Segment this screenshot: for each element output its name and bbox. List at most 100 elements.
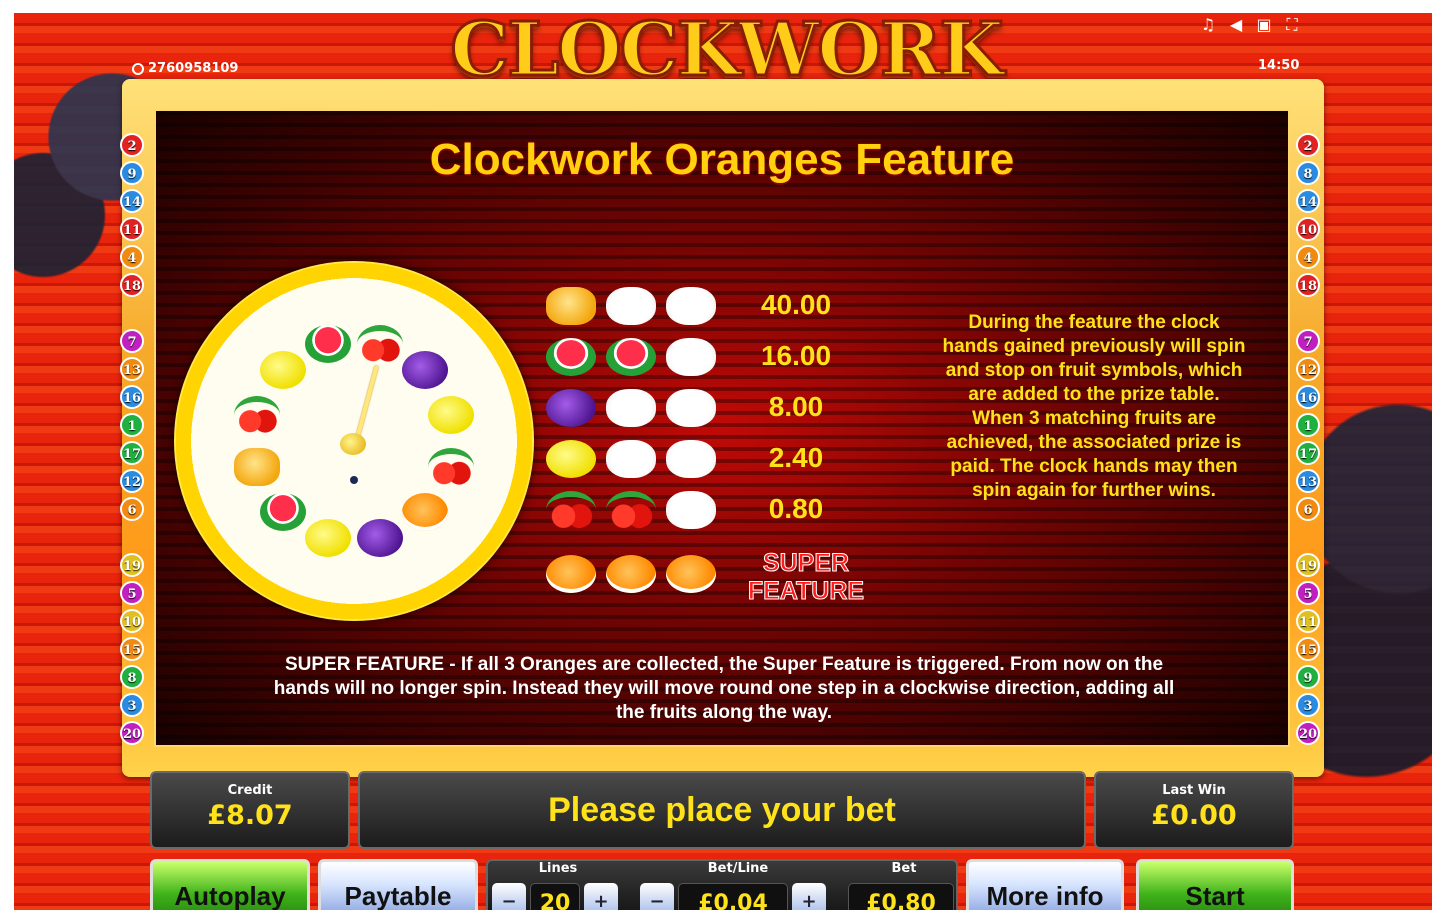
music-icon[interactable]: ♫	[1200, 15, 1216, 35]
line-number[interactable]: 14	[120, 189, 144, 213]
line-number[interactable]: 20	[1296, 721, 1320, 745]
paytable-row	[546, 491, 716, 529]
clock-fruit-lemon	[427, 395, 474, 434]
super-feature-description: SUPER FEATURE - If all 3 Oranges are col…	[170, 653, 1278, 725]
line-number[interactable]: 16	[120, 385, 144, 409]
game-id-value: 2760958109	[148, 61, 239, 76]
bet-line-minus-button[interactable]: −	[640, 883, 674, 910]
super-label-1: SUPER	[762, 549, 850, 578]
clock-fruit-cherry	[234, 396, 281, 435]
description-line: When 3 matching fruits are	[972, 408, 1216, 429]
lines-label: Lines	[538, 861, 578, 876]
symbol-blank	[666, 491, 716, 529]
speaker-icon[interactable]: ◀	[1228, 15, 1244, 35]
symbol-orange	[546, 555, 596, 593]
line-number[interactable]: 5	[120, 581, 144, 605]
line-number[interactable]: 8	[120, 665, 144, 689]
line-number[interactable]: 4	[1296, 245, 1320, 269]
line-number[interactable]: 18	[120, 273, 144, 297]
line-number[interactable]: 4	[120, 245, 144, 269]
clock-fruit-plum	[401, 351, 448, 390]
lines-minus-button[interactable]: −	[492, 883, 526, 910]
line-number[interactable]: 11	[1296, 609, 1320, 633]
feature-panel: Clockwork Oranges Feature SUPER FEATURE …	[154, 109, 1290, 747]
description-line: the fruits along the way.	[615, 702, 833, 723]
autoplay-button[interactable]: Autoplay	[150, 859, 310, 910]
game-screen: CLOCKWORK ORANGES 2760958109 14:50 ♫ ◀ ▣…	[14, 13, 1432, 910]
symbol-melon	[606, 338, 656, 376]
line-number[interactable]: 15	[120, 637, 144, 661]
line-number[interactable]: 10	[1296, 217, 1320, 241]
line-number[interactable]: 15	[1296, 637, 1320, 661]
credit-value: £8.07	[207, 800, 293, 831]
line-number[interactable]: 19	[1296, 553, 1320, 577]
symbol-orange	[606, 555, 656, 593]
symbol-cherry	[546, 491, 596, 529]
line-number[interactable]: 18	[1296, 273, 1320, 297]
line-number[interactable]: 6	[120, 497, 144, 521]
last-win-box: Last Win £0.00	[1094, 771, 1294, 849]
line-number[interactable]: 17	[120, 441, 144, 465]
feature-description: During the feature the clock hands gained…	[908, 311, 1280, 503]
lines-value: 20	[530, 883, 580, 910]
clock-center-dot	[350, 476, 358, 484]
bet-value: £0.80	[848, 883, 954, 910]
line-number[interactable]: 3	[1296, 693, 1320, 717]
last-win-label: Last Win	[1162, 783, 1226, 798]
clock-fruit-lemon	[305, 518, 352, 557]
start-button[interactable]: Start	[1136, 859, 1294, 910]
line-number[interactable]: 3	[120, 693, 144, 717]
paytable-row	[546, 440, 716, 478]
description-line: paid. The clock hands may then	[950, 456, 1238, 477]
line-number[interactable]: 1	[1296, 413, 1320, 437]
line-number[interactable]: 16	[1296, 385, 1320, 409]
line-number[interactable]: 2	[1296, 133, 1320, 157]
line-number[interactable]: 5	[1296, 581, 1320, 605]
line-number[interactable]: 9	[120, 161, 144, 185]
line-number[interactable]: 10	[120, 609, 144, 633]
line-number[interactable]: 7	[120, 329, 144, 353]
symbol-cherry	[606, 491, 656, 529]
line-number[interactable]: 12	[120, 469, 144, 493]
symbol-lemon	[546, 440, 596, 478]
line-number[interactable]: 7	[1296, 329, 1320, 353]
symbol-blank	[666, 338, 716, 376]
bet-line-label: Bet/Line	[707, 861, 769, 876]
credit-label: Credit	[227, 783, 273, 798]
description-line: hands will no longer spin. Instead they …	[273, 678, 1175, 699]
symbol-melon	[546, 338, 596, 376]
line-number[interactable]: 20	[120, 721, 144, 745]
description-line: achieved, the associated prize is	[946, 432, 1242, 453]
line-number[interactable]: 6	[1296, 497, 1320, 521]
super-feature-row	[546, 555, 716, 593]
clock-fruit-orange	[401, 492, 448, 531]
bet-line-plus-button[interactable]: +	[792, 883, 826, 910]
fullscreen-icon[interactable]: ⛶	[1284, 15, 1300, 35]
super-feature-label: SUPER FEATURE	[716, 549, 896, 606]
line-number[interactable]: 12	[1296, 357, 1320, 381]
line-number[interactable]: 13	[120, 357, 144, 381]
line-number[interactable]: 1	[120, 413, 144, 437]
description-line: SUPER FEATURE - If all 3 Oranges are col…	[284, 654, 1164, 675]
paytable-button[interactable]: Paytable	[318, 859, 478, 910]
line-number[interactable]: 17	[1296, 441, 1320, 465]
paytable-value: 2.40	[768, 442, 824, 473]
feature-title: Clockwork Oranges Feature	[429, 135, 1015, 184]
line-number[interactable]: 8	[1296, 161, 1320, 185]
paytable-value: 40.00	[760, 289, 832, 320]
line-number[interactable]: 9	[1296, 665, 1320, 689]
window-icon[interactable]: ▣	[1256, 15, 1272, 35]
paytable-row	[546, 338, 716, 376]
line-number[interactable]: 19	[120, 553, 144, 577]
line-number[interactable]: 2	[120, 133, 144, 157]
symbol-blank	[606, 287, 656, 325]
description-line: During the feature the clock	[968, 312, 1220, 333]
line-number[interactable]: 13	[1296, 469, 1320, 493]
more-info-button[interactable]: More info	[966, 859, 1124, 910]
line-number[interactable]: 11	[120, 217, 144, 241]
lines-plus-button[interactable]: +	[584, 883, 618, 910]
line-number[interactable]: 14	[1296, 189, 1320, 213]
